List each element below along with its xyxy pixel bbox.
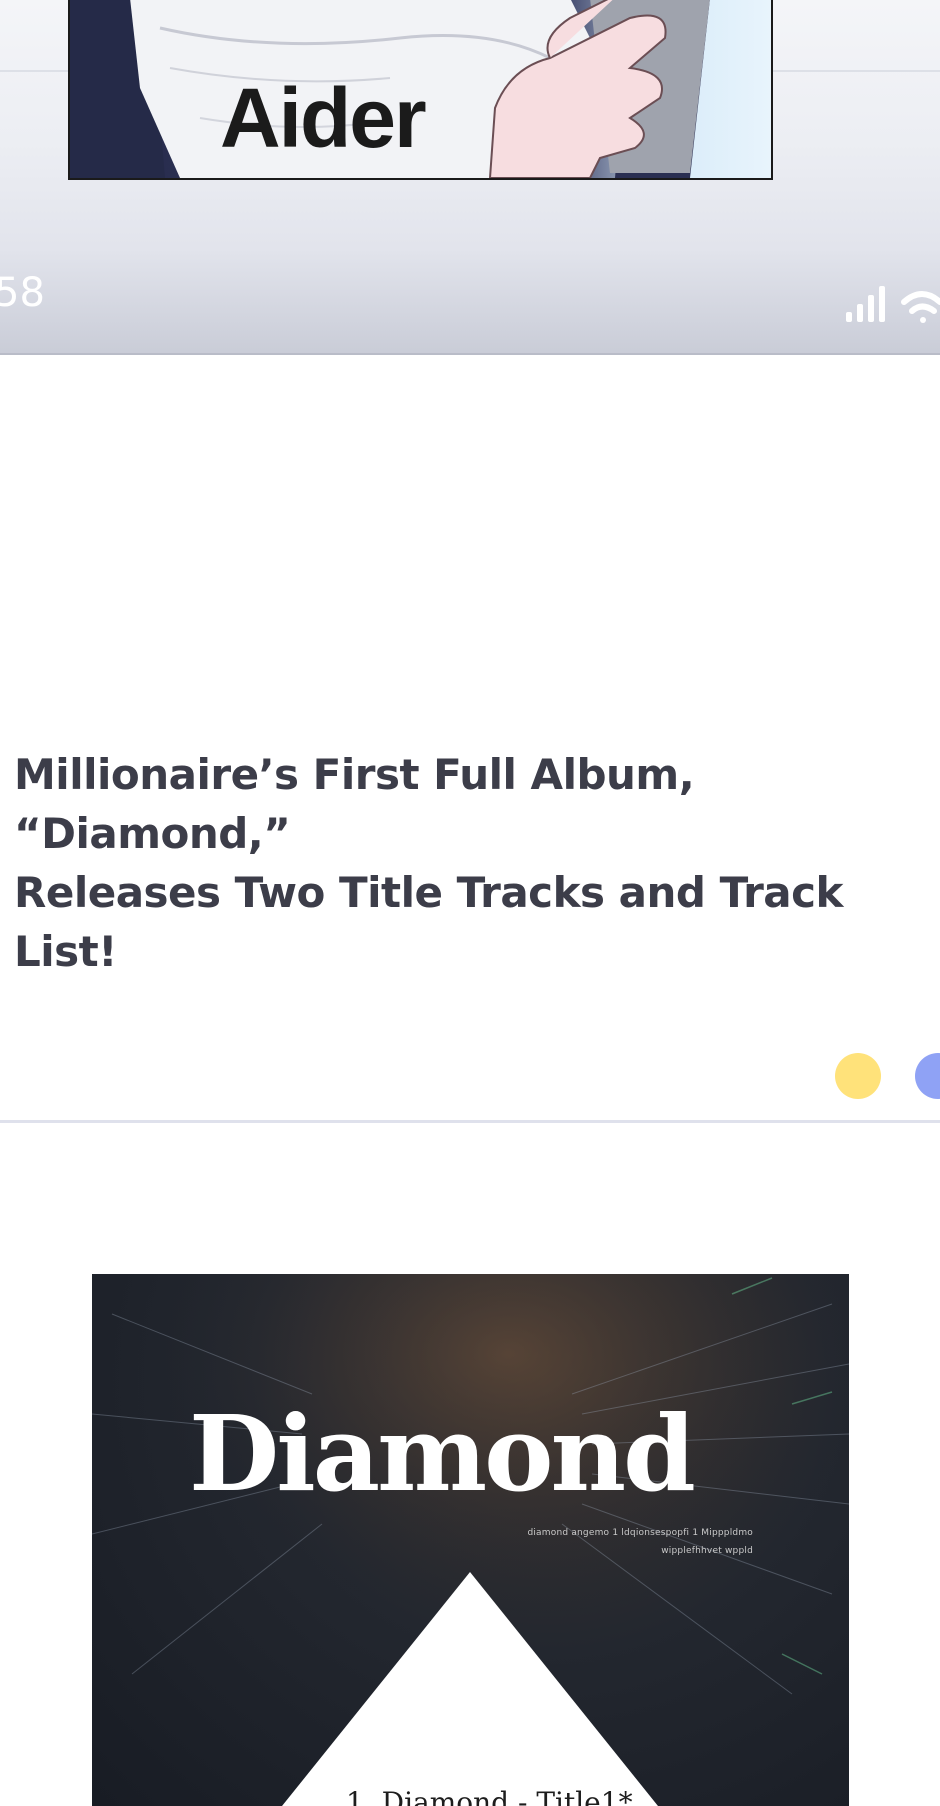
signal-bars-icon (846, 286, 885, 322)
decorative-dot-yellow (835, 1053, 881, 1099)
comic-caption: Aider (220, 71, 427, 165)
status-icons (846, 286, 940, 323)
album-cover: Diamond diamond angemo 1 ldqionsespopfi … (92, 1274, 849, 1806)
decorative-dot-blue (915, 1053, 940, 1099)
headline-line-2: Releases Two Title Tracks and Track List… (14, 868, 843, 976)
article-headline: Millionaire’s First Full Album, “Diamond… (14, 745, 934, 981)
wifi-icon (901, 291, 940, 323)
white-triangle-shape (282, 1572, 658, 1806)
track-list-first-item: 1. Diamond - Title1* (346, 1786, 633, 1806)
phone-screen-panel: Aider 58 (0, 0, 940, 355)
section-divider (0, 1120, 940, 1123)
comic-frame: Aider (68, 0, 773, 180)
status-time: 58 (0, 270, 45, 316)
headline-line-1: Millionaire’s First Full Album, “Diamond… (14, 750, 695, 858)
panel-bottom-line (0, 353, 940, 355)
